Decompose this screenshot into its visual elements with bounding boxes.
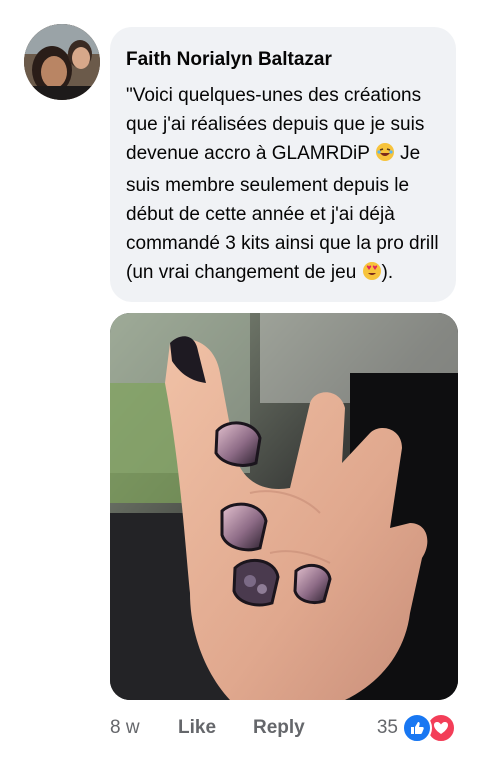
- comment-author[interactable]: Faith Norialyn Baltazar: [126, 49, 440, 71]
- comment-photo[interactable]: [110, 313, 458, 700]
- rolling-on-floor-laughing-emoji-icon: [375, 142, 395, 171]
- like-button[interactable]: Like: [178, 714, 216, 742]
- comment-text: "Voici quelques-unes des créations que j…: [126, 81, 440, 290]
- hand-with-ombre-nails-photo: [110, 313, 458, 700]
- avatar[interactable]: [24, 24, 100, 100]
- comment-timestamp[interactable]: 8 w: [110, 714, 140, 742]
- like-reaction-icon: [402, 713, 432, 743]
- reactions-summary[interactable]: 35: [377, 713, 456, 743]
- comment-text-part-3: ).: [381, 262, 394, 283]
- comment-bubble: Faith Norialyn Baltazar "Voici quelques-…: [110, 27, 456, 302]
- reaction-count: 35: [376, 717, 398, 738]
- comment-actions: 8 w Like Reply 35: [110, 713, 458, 743]
- heart-eyes-emoji-icon: [362, 261, 382, 290]
- reply-button[interactable]: Reply: [253, 714, 305, 742]
